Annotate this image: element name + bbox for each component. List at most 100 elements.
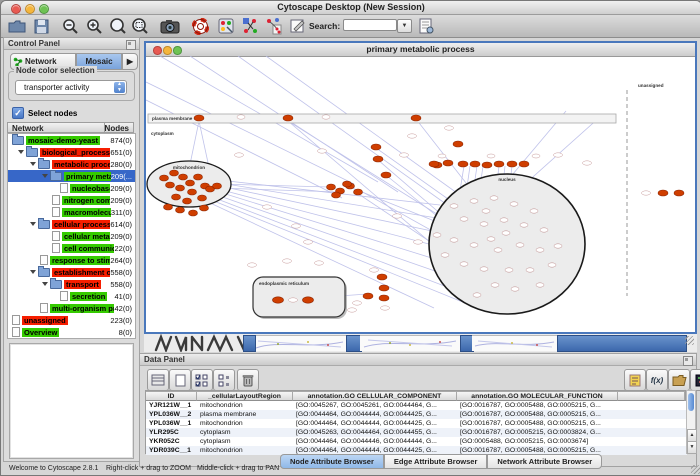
tree-row[interactable]: establishment of lo558(0) [8, 266, 135, 278]
layout-button-1[interactable] [239, 16, 261, 36]
select-nodes-checkbox[interactable]: ✓ [12, 107, 24, 119]
status-welcome: Welcome to Cytoscape 2.8.1 [9, 465, 98, 472]
column-header-molecular[interactable]: annotation.GO MOLECULAR_FUNCTION [457, 391, 618, 401]
data-panel: Data Panel f(x) ID [139, 353, 697, 467]
float-panel-icon[interactable] [126, 40, 136, 50]
table-row[interactable]: YKR052Ccytoplasm[GO:0044464, GO:0044446,… [146, 437, 687, 446]
data-panel-header: Data Panel [140, 354, 696, 366]
tree-row[interactable]: Overview8(0) [8, 326, 135, 338]
network-tree: mosaic-demo-yeast874(0) biological_proce… [7, 133, 136, 339]
edit-page-icon [290, 18, 306, 34]
minimize-button[interactable] [25, 4, 35, 14]
tree-row[interactable]: unassigned223(0) [8, 314, 135, 326]
tree-table-header: Network Nodes [7, 122, 134, 133]
layout-nodes-icon [241, 17, 259, 35]
app-resize-grip[interactable] [691, 465, 700, 474]
tree-header-nodes[interactable]: Nodes [105, 124, 129, 133]
tree-row-selected[interactable]: primary metabo209(... [8, 170, 135, 182]
window-resize-grip[interactable] [685, 336, 694, 345]
tree-row[interactable]: response to stimulu264(0) [8, 254, 135, 266]
tree-row[interactable]: cell communicat22(0) [8, 242, 135, 254]
search-input[interactable] [343, 19, 397, 31]
background-window-thumb[interactable] [253, 335, 346, 351]
delete-attribute-button[interactable] [237, 369, 259, 391]
life-ring-icon [192, 18, 209, 35]
zoom-button[interactable] [39, 4, 49, 14]
app-title: Cytoscape Desktop (New Session) [1, 1, 700, 14]
tab-overflow-arrow[interactable]: ▶ [122, 53, 138, 70]
birdseye-view[interactable] [9, 343, 134, 459]
zoom-icon[interactable] [173, 46, 182, 55]
import-attributes-button[interactable] [668, 369, 690, 391]
column-header-region[interactable]: _cellularLayoutRegion [197, 391, 293, 401]
close-button[interactable] [11, 4, 21, 14]
search-dropdown-button[interactable]: ▼ [397, 19, 412, 33]
table-row[interactable]: YJR121W__1mitochondrion[GO:0045267, GO:0… [146, 401, 687, 410]
tree-row[interactable]: macromolecule311(0) [8, 206, 135, 218]
search-config-button[interactable] [415, 16, 437, 36]
network-window-title-bar[interactable]: primary metabolic process [146, 43, 695, 57]
unselect-attributes-button[interactable] [213, 369, 235, 391]
table-row[interactable]: YPL036W__1mitochondrion[GO:0044464, GO:0… [146, 419, 687, 428]
layout-button-2[interactable] [263, 16, 285, 36]
tree-row[interactable]: mosaic-demo-yeast874(0) [8, 134, 135, 146]
zoom-in-button[interactable] [83, 16, 105, 36]
snapshot-button[interactable] [159, 16, 181, 36]
attribute-list-button[interactable] [624, 369, 646, 391]
background-window-thumb[interactable] [360, 335, 460, 351]
scroll-down-arrow[interactable]: ▼ [687, 441, 697, 454]
tree-row[interactable]: secretion41(0) [8, 290, 135, 302]
table-scrollbar[interactable]: ▲ ▼ [686, 390, 696, 454]
header-divider [104, 123, 105, 132]
column-header-id[interactable]: ID [146, 391, 197, 401]
main-title-bar[interactable]: Cytoscape Desktop (New Session) [1, 1, 700, 15]
select-nodes-row: ✓ Select nodes [12, 107, 77, 119]
open-folder-icon [8, 19, 26, 33]
save-session-button[interactable] [30, 16, 52, 36]
zoom-in-icon [86, 18, 103, 35]
app-window: Cytoscape Desktop (New Session) [0, 0, 700, 476]
minimize-icon[interactable] [163, 46, 172, 55]
zoom-selected-button[interactable] [129, 16, 151, 36]
tree-row[interactable]: nitrogen compo209(0) [8, 194, 135, 206]
tree-row[interactable]: biological_process651(0) [8, 146, 135, 158]
tree-row[interactable]: transport558(0) [8, 278, 135, 290]
data-panel-float-icon[interactable] [683, 356, 693, 366]
matrix-icon [695, 374, 700, 387]
endoplasmic-reticulum-label: endoplasmic reticulum [259, 281, 309, 286]
vizmapper-button[interactable] [215, 16, 237, 36]
background-window-edge[interactable] [243, 335, 256, 352]
zoom-fit-button[interactable] [107, 16, 129, 36]
table-row[interactable]: YPL036W__2plasma membrane[GO:0044464, GO… [146, 410, 687, 419]
tree-row[interactable]: cellular process614(0) [8, 218, 135, 230]
tree-row[interactable]: cellular metabo209(0) [8, 230, 135, 242]
table-row[interactable]: YLR295Ccytoplasm[GO:0045263, GO:0044464,… [146, 428, 687, 437]
gene-nodes[interactable] [160, 115, 685, 303]
tree-row[interactable]: multi-organism pro42(0) [8, 302, 135, 314]
camera-icon [160, 19, 180, 34]
help-button[interactable] [189, 16, 211, 36]
matrix-view-button[interactable] [690, 369, 700, 391]
open-session-button[interactable] [6, 16, 28, 36]
node-color-selection-group: transporter activity ▲▼ [8, 71, 135, 101]
scrollbar-thumb[interactable] [688, 393, 694, 411]
formula-builder-button[interactable]: f(x) [646, 369, 668, 391]
status-zoom-hint: Right-click + drag to ZOOM [106, 465, 191, 472]
attribute-table-button[interactable] [147, 369, 169, 391]
annotation-button[interactable] [287, 16, 309, 36]
select-attributes-button[interactable] [191, 369, 213, 391]
column-header-cellular[interactable]: annotation.GO CELLULAR_COMPONENT [293, 391, 457, 401]
close-icon[interactable] [153, 46, 162, 55]
tree-row[interactable]: metabolic process280(0) [8, 158, 135, 170]
zoom-out-button[interactable] [59, 16, 81, 36]
tree-header-network[interactable]: Network [12, 124, 44, 133]
tree-row[interactable]: nucleobase-209(0) [8, 182, 135, 194]
background-window-thumb[interactable] [472, 335, 557, 351]
select-nodes-label: Select nodes [28, 109, 77, 118]
new-attribute-button[interactable] [169, 369, 191, 391]
checklist-small-icon [218, 374, 230, 387]
node-color-combobox[interactable]: transporter activity ▲▼ [15, 80, 127, 95]
zoom-selected-icon [131, 18, 149, 35]
network-canvas[interactable]: plasma membrane cytoplasm mitochondrion … [146, 56, 695, 330]
background-window-edge[interactable] [557, 335, 687, 352]
